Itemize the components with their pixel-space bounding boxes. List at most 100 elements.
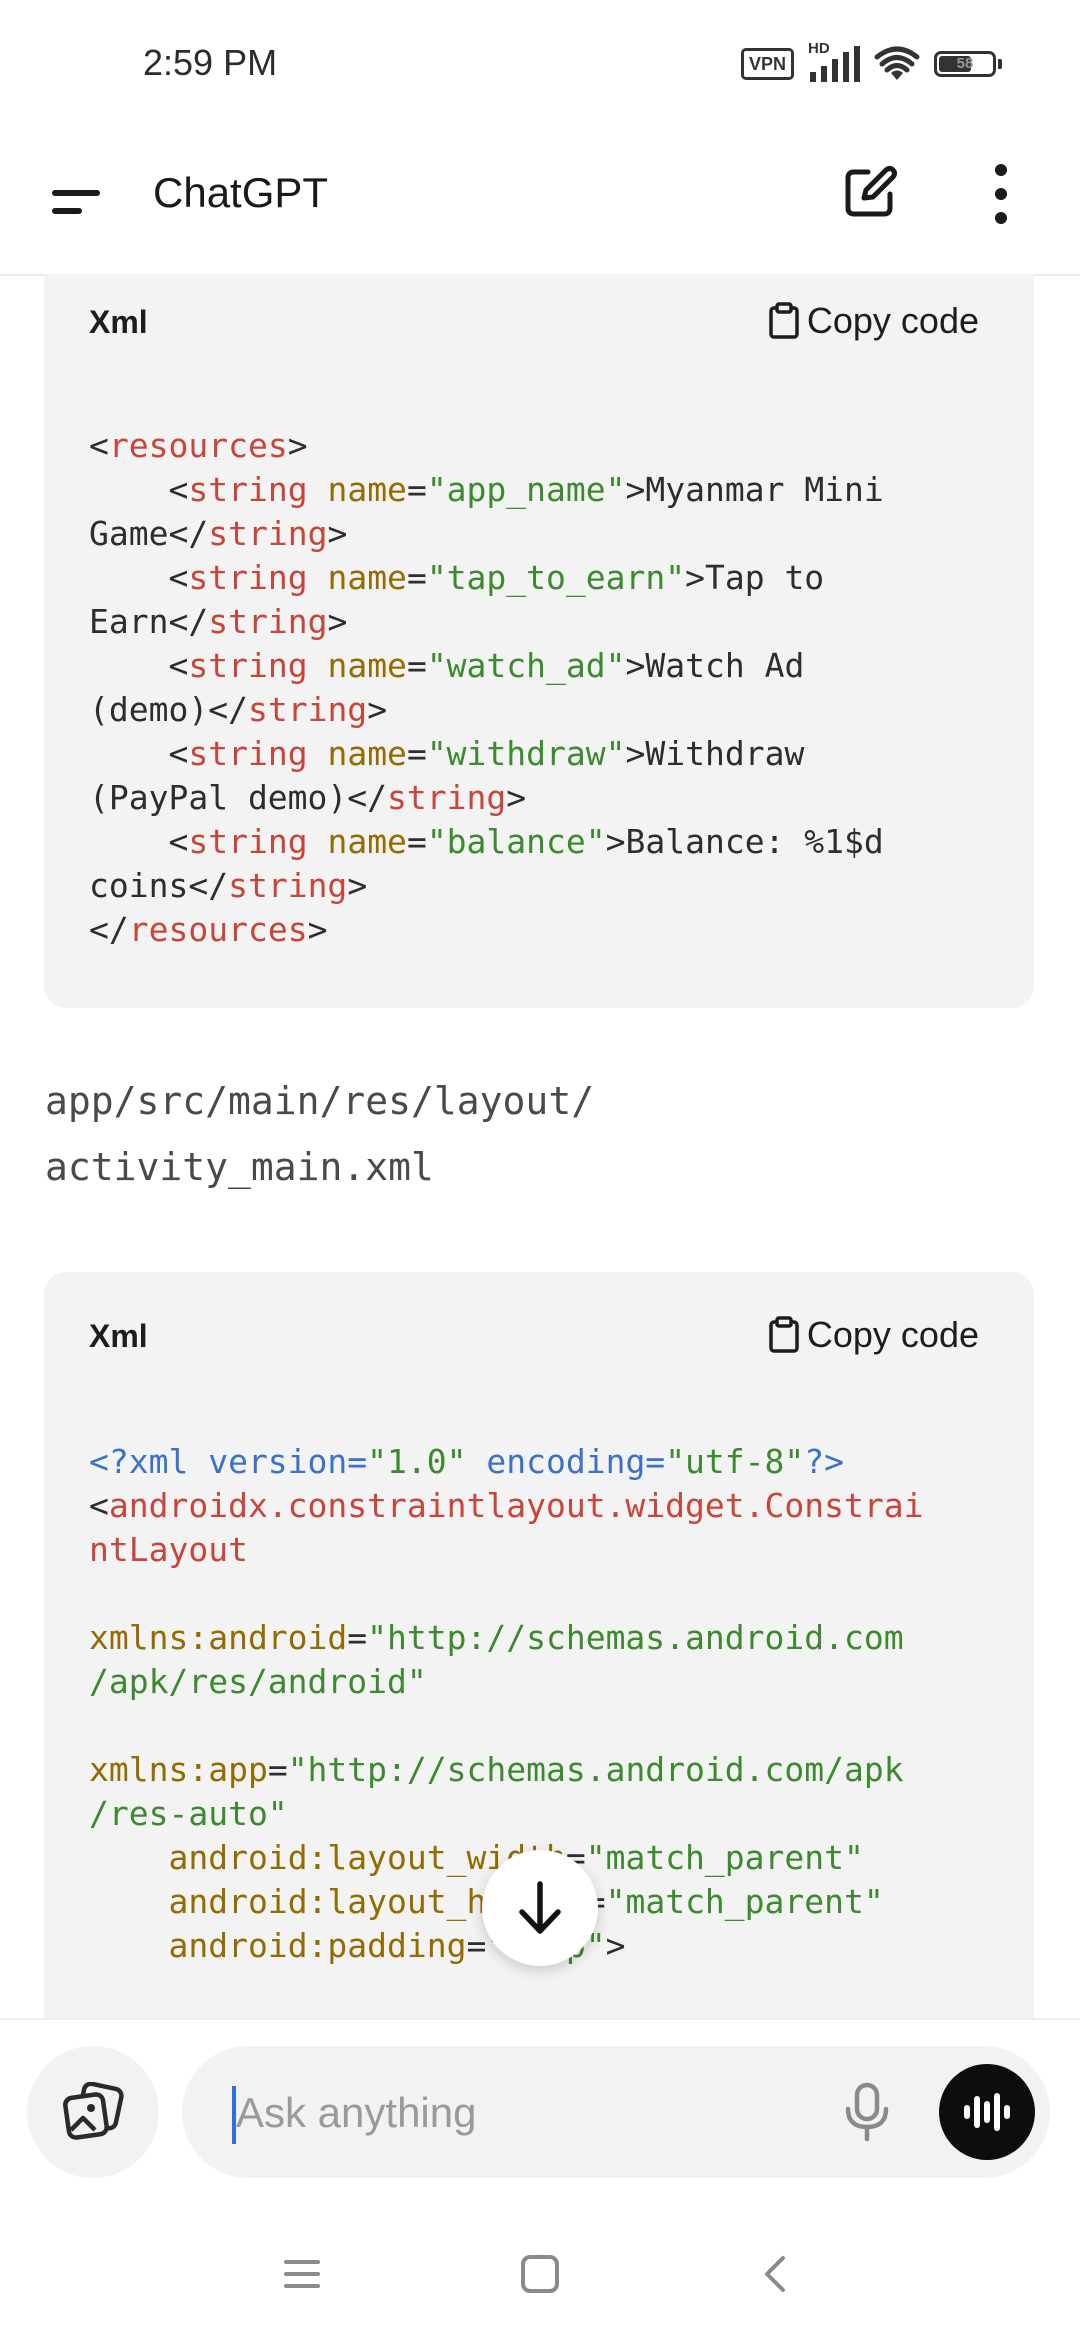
- code-token: >: [625, 646, 646, 685]
- code-line: (PayPal demo)</string>: [89, 776, 1004, 820]
- new-chat-button[interactable]: [838, 160, 902, 224]
- code-token: "match_parent": [605, 1882, 884, 1921]
- code-token: >: [367, 690, 388, 729]
- code-token: "1.0": [367, 1442, 467, 1481]
- code-token: >: [605, 1926, 626, 1965]
- code-token: "withdraw": [426, 734, 626, 773]
- clipboard-icon: [769, 1316, 799, 1353]
- code-token: >: [347, 866, 368, 905]
- menu-button[interactable]: [40, 172, 110, 232]
- code-block: Xml Copy code <resources> <string name="…: [44, 274, 1034, 1008]
- code-token: >: [625, 734, 646, 773]
- code-token: =: [406, 558, 427, 597]
- code-token: >: [327, 514, 348, 553]
- app-header: ChatGPT: [0, 130, 1080, 276]
- code-line: <?xml version="1.0" encoding="utf-8"?>: [89, 1440, 1004, 1484]
- code-line: xmlns:android="http://schemas.android.co…: [89, 1616, 1004, 1660]
- voice-mode-icon: [964, 2093, 1010, 2131]
- code-token: Withdraw: [645, 734, 805, 773]
- code-token: android:padding: [168, 1926, 467, 1965]
- code-token: /apk/res/android": [89, 1662, 427, 1701]
- code-line: <resources>: [89, 424, 1004, 468]
- copy-code-button[interactable]: Copy code: [767, 300, 979, 342]
- code-token: "match_parent": [585, 1838, 864, 1877]
- code-token: encoding=: [466, 1442, 666, 1481]
- code-token: string: [188, 822, 308, 861]
- battery-icon: 58: [934, 51, 996, 77]
- code-token: >: [287, 426, 308, 465]
- code-token: "tap_to_earn": [426, 558, 686, 597]
- microphone-button[interactable]: [832, 2076, 902, 2148]
- edit-icon: [845, 166, 897, 217]
- prompt-input-container[interactable]: [182, 2046, 1050, 2178]
- code-token: =: [406, 646, 427, 685]
- code-line: xmlns:app="http://schemas.android.com/ap…: [89, 1748, 1004, 1792]
- code-token: </: [347, 778, 388, 817]
- code-token: Game: [89, 514, 169, 553]
- code-token: >: [327, 602, 348, 641]
- code-line: <string name="tap_to_earn">Tap to: [89, 556, 1004, 600]
- home-button[interactable]: [510, 2244, 570, 2304]
- scroll-to-bottom-button[interactable]: [482, 1850, 598, 1966]
- more-vertical-icon: [995, 164, 1007, 224]
- code-token: >: [506, 778, 527, 817]
- code-token: string: [387, 778, 507, 817]
- code-token: "utf-8": [665, 1442, 805, 1481]
- code-token: </: [89, 910, 129, 949]
- copy-code-label: Copy code: [806, 300, 979, 341]
- menu-icon: [52, 190, 100, 214]
- code-token: string: [247, 690, 368, 729]
- recents-button[interactable]: [272, 2244, 332, 2304]
- code-line: <string name="withdraw">Withdraw: [89, 732, 1004, 776]
- status-time: 2:59 PM: [143, 42, 278, 83]
- code-token: =: [406, 470, 427, 509]
- code-token: <: [168, 734, 189, 773]
- code-line: </resources>: [89, 908, 1004, 952]
- code-token: >: [685, 558, 705, 597]
- code-token: <?xml version=: [89, 1442, 368, 1481]
- code-line: Game</string>: [89, 512, 1004, 556]
- code-token: </: [168, 602, 209, 641]
- code-token: resources: [128, 910, 308, 949]
- more-options-button[interactable]: [976, 160, 1026, 228]
- back-button[interactable]: [745, 2244, 805, 2304]
- attach-image-button[interactable]: [27, 2046, 159, 2178]
- app-title: ChatGPT: [153, 169, 329, 216]
- code-token: Watch Ad: [645, 646, 805, 685]
- code-token: </: [188, 866, 229, 905]
- code-token: string: [188, 558, 308, 597]
- code-token: coins: [89, 866, 189, 905]
- chat-content[interactable]: Xml Copy code <resources> <string name="…: [0, 274, 1080, 2018]
- code-token: </: [168, 514, 209, 553]
- code-line: (demo)</string>: [89, 688, 1004, 732]
- code-token: =: [466, 1926, 487, 1965]
- code-token: <: [168, 470, 189, 509]
- status-icons: VPN HD 58: [740, 40, 1002, 84]
- prompt-input[interactable]: [234, 2062, 838, 2164]
- code-token: string: [208, 514, 328, 553]
- copy-code-button[interactable]: Copy code: [767, 1314, 979, 1356]
- code-token: "app_name": [426, 470, 626, 509]
- voice-mode-button[interactable]: [939, 2064, 1035, 2160]
- code-language-label: Xml: [89, 304, 148, 340]
- code-token: string: [188, 646, 308, 685]
- code-line: <string name="balance">Balance: %1$d: [89, 820, 1004, 864]
- recents-icon: [284, 2260, 320, 2288]
- code-token: string: [188, 734, 308, 773]
- code-token: </: [208, 690, 248, 729]
- code-line: ntLayout: [89, 1528, 1004, 1572]
- code-token: "http://schemas.android.com/apk: [287, 1750, 904, 1789]
- code-token: (demo): [89, 690, 209, 729]
- status-bar: 2:59 PM VPN HD 58: [0, 0, 1080, 130]
